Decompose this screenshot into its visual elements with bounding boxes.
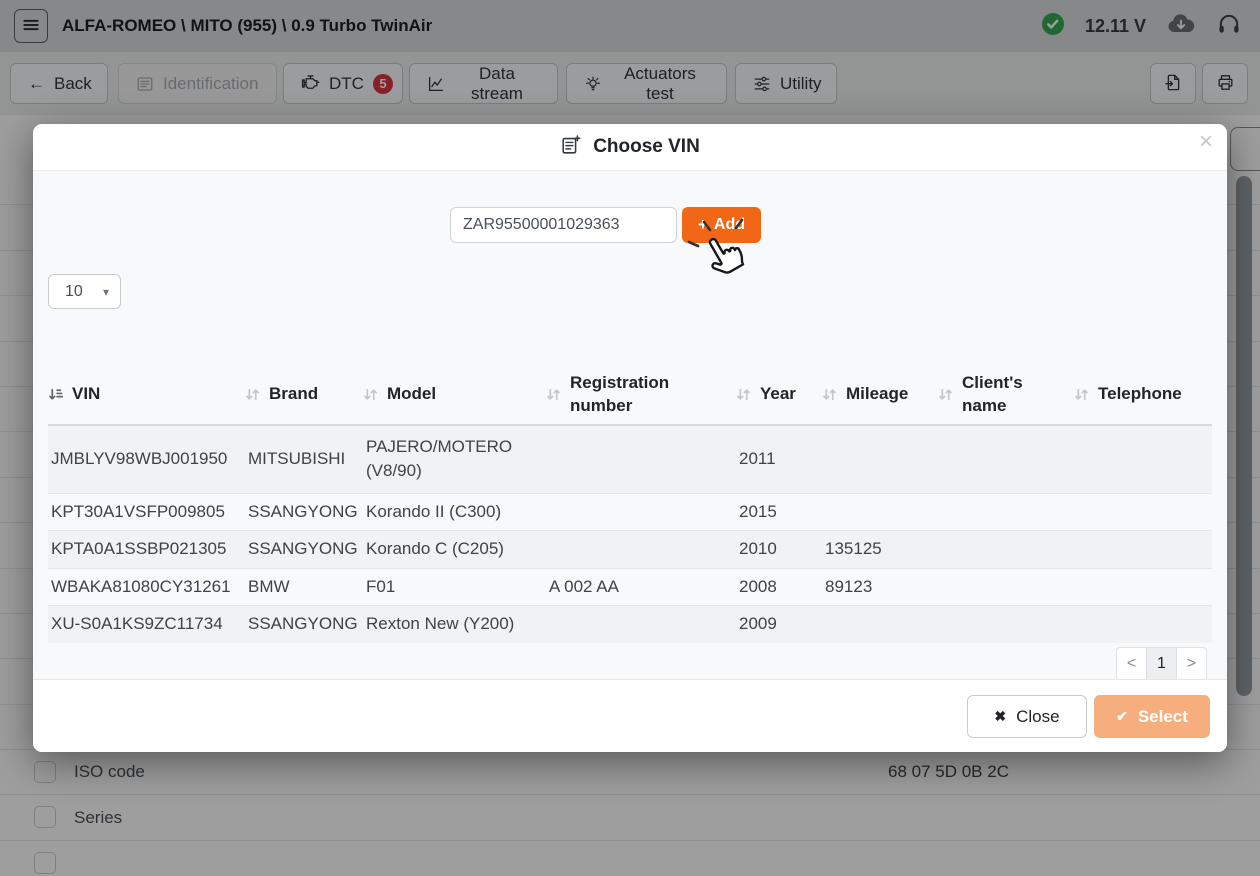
column-header-mileage[interactable]: Mileage	[822, 365, 938, 425]
check-icon: ✔	[1116, 708, 1128, 725]
document-plus-icon	[560, 134, 582, 161]
close-button[interactable]: ✖ Close	[967, 695, 1087, 738]
plus-icon: +	[698, 215, 708, 235]
sort-icon	[822, 387, 837, 402]
pagination: < 1 >	[1116, 647, 1207, 681]
column-header-telephone[interactable]: Telephone	[1074, 365, 1212, 425]
vin-row[interactable]: KPTA0A1SSBP021305SSANGYONGKorando C (C20…	[48, 531, 1212, 569]
column-header-model[interactable]: Model	[363, 365, 546, 425]
sort-icon	[938, 387, 953, 402]
vin-row[interactable]: JMBLYV98WBJ001950MITSUBISHIPAJERO/MOTERO…	[48, 425, 1212, 493]
column-header-year[interactable]: Year	[736, 365, 822, 425]
modal-footer: ✖ Close ✔ Select	[33, 679, 1227, 752]
vin-row[interactable]: WBAKA81080CY31261BMWF01A 002 AA200889123	[48, 568, 1212, 606]
column-header-registration-number[interactable]: Registration number	[546, 365, 736, 425]
vin-table-header-row: VIN Brand Model Registration number Year	[48, 365, 1212, 425]
vin-input[interactable]	[450, 207, 677, 243]
sort-icon	[245, 387, 260, 402]
column-header-clients-name[interactable]: Client's name	[938, 365, 1074, 425]
modal-close-x[interactable]: ×	[1199, 130, 1213, 154]
sort-icon	[1074, 387, 1089, 402]
column-header-brand[interactable]: Brand	[245, 365, 363, 425]
sort-active-icon	[48, 387, 63, 402]
vin-row[interactable]: KPT30A1VSFP009805SSANGYONGKorando II (C3…	[48, 493, 1212, 531]
vin-table: VIN Brand Model Registration number Year	[48, 365, 1212, 643]
column-header-vin[interactable]: VIN	[48, 365, 245, 425]
modal-body: + Add 10 ▾ VIN Brand	[33, 171, 1227, 679]
modal-header: Choose VIN ×	[33, 124, 1227, 171]
pagination-next[interactable]: >	[1176, 647, 1207, 681]
sort-icon	[736, 387, 751, 402]
select-button[interactable]: ✔ Select	[1094, 695, 1210, 738]
modal-title: Choose VIN	[593, 136, 700, 158]
pagination-prev[interactable]: <	[1116, 647, 1147, 681]
add-vin-button[interactable]: + Add	[682, 207, 761, 243]
sort-icon	[546, 387, 561, 402]
sort-icon	[363, 387, 378, 402]
choose-vin-modal: Choose VIN × + Add 10 ▾ VIN	[33, 124, 1227, 752]
pagination-page-1[interactable]: 1	[1146, 647, 1177, 681]
chevron-down-icon: ▾	[103, 285, 109, 299]
vin-row[interactable]: XU-S0A1KS9ZC11734SSANGYONGRexton New (Y2…	[48, 606, 1212, 643]
x-icon: ✖	[994, 708, 1006, 725]
page-size-select[interactable]: 10 ▾	[48, 274, 121, 309]
